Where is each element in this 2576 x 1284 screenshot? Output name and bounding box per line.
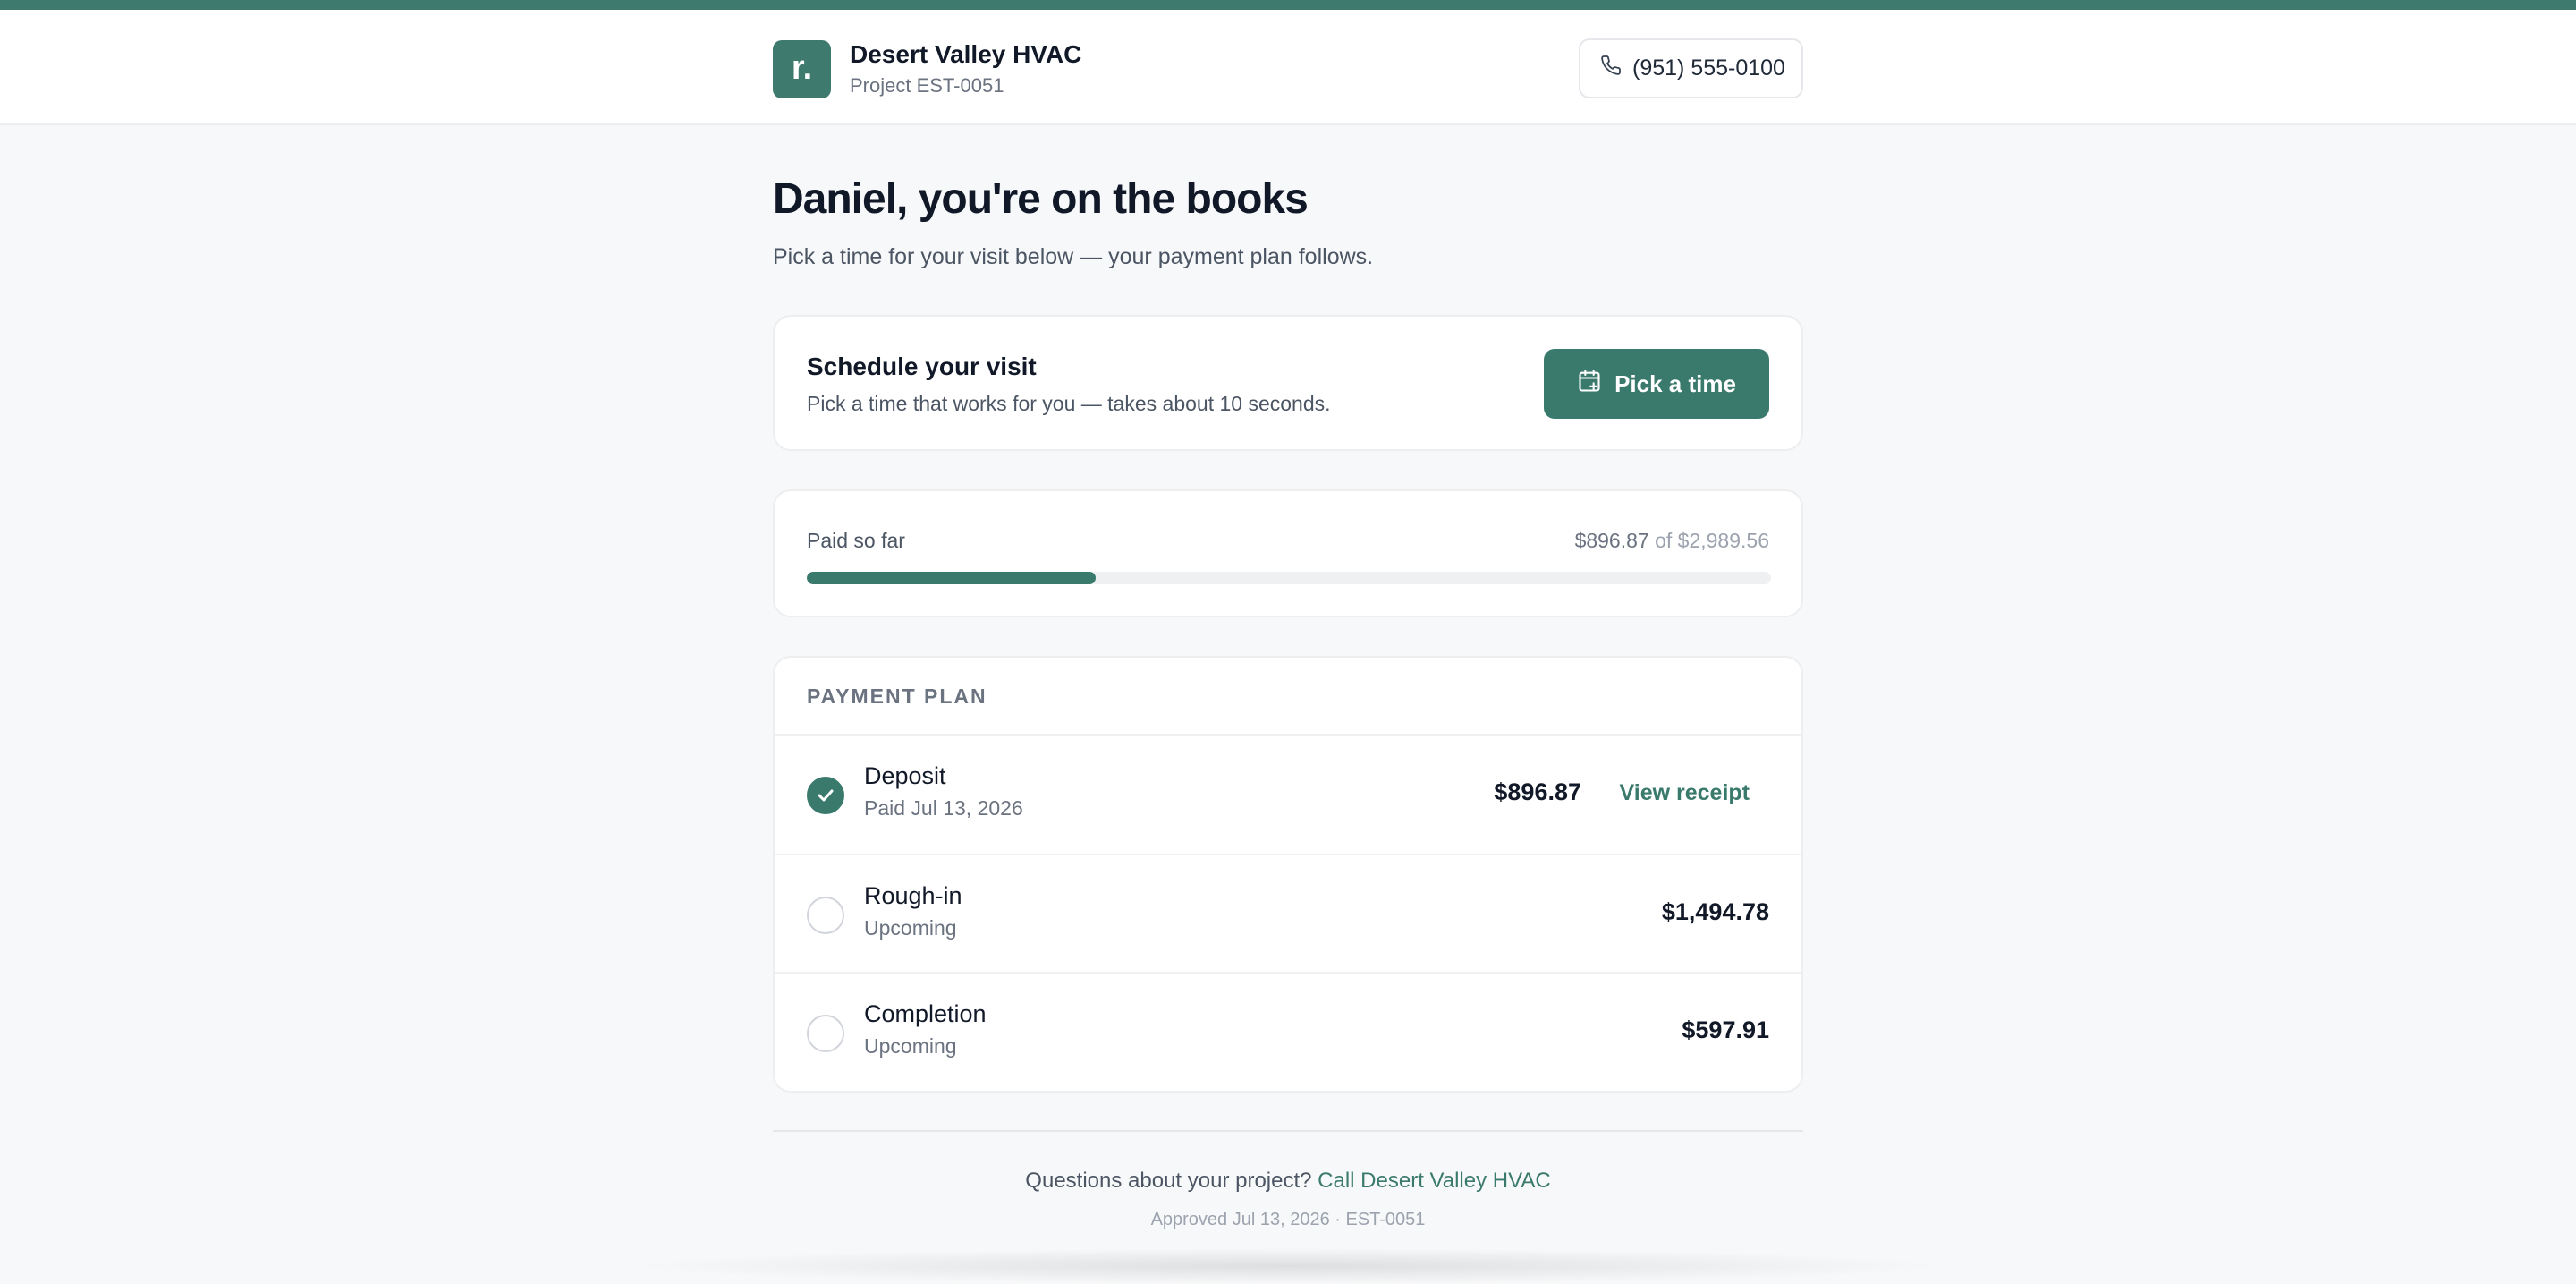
page-title: Daniel, you're on the books [773, 175, 1309, 223]
header: r. Desert Valley HVAC Project EST-0051 (… [0, 10, 2576, 125]
plan-row-amount: $1,494.78 [1661, 898, 1769, 925]
paid-label: Paid so far [807, 529, 905, 552]
project-id: Project EST-0051 [850, 74, 1004, 97]
payment-plan-card: PAYMENT PLAN Deposit Paid Jul 13, 2026 $… [773, 656, 1803, 1093]
plan-row-amount: $597.91 [1682, 1016, 1769, 1043]
footer-divider [773, 1130, 1803, 1132]
plan-row-rough-in: Rough-in Upcoming $1,494.78 [775, 855, 1801, 972]
pick-a-time-label: Pick a time [1614, 370, 1736, 397]
paid-progress-card: Paid so far $896.87 of $2,989.56 [773, 489, 1803, 617]
footer-question-text: Questions about your project? [1025, 1169, 1318, 1193]
empty-circle-icon [807, 897, 844, 934]
plan-row-status: Paid Jul 13, 2026 [864, 796, 1023, 820]
payment-plan-header: PAYMENT PLAN [807, 685, 987, 708]
schedule-card: Schedule your visit Pick a time that wor… [773, 315, 1803, 451]
total-amount: $2,989.56 [1677, 529, 1769, 552]
footer-approved: Approved Jul 13, 2026 · EST-0051 [1150, 1210, 1426, 1229]
phone-icon [1600, 55, 1622, 82]
company-logo: r. [773, 40, 831, 98]
plan-row-status: Upcoming [864, 916, 957, 940]
calendar-plus-icon [1577, 369, 1602, 400]
footer-question: Questions about your project? Call Deser… [0, 1169, 2576, 1194]
pick-a-time-button[interactable]: Pick a time [1544, 349, 1769, 419]
page-subtitle: Pick a time for your visit below — your … [773, 244, 1374, 269]
payment-progress-fill [807, 572, 1097, 584]
paid-amounts: $896.87 of $2,989.56 [1575, 529, 1769, 553]
plan-row-completion: Completion Upcoming $597.91 [775, 974, 1801, 1090]
schedule-description: Pick a time that works for you — takes a… [807, 392, 1331, 415]
view-receipt-link[interactable]: View receipt [1620, 780, 1750, 806]
plan-row-status: Upcoming [864, 1034, 957, 1058]
check-icon [807, 777, 844, 814]
schedule-title: Schedule your visit [807, 353, 1037, 380]
top-accent-stripe [0, 0, 2576, 10]
plan-row-title: Deposit [864, 762, 946, 789]
paid-of-text: of [1648, 529, 1678, 552]
empty-circle-icon [807, 1015, 844, 1052]
paid-amount: $896.87 [1574, 529, 1649, 552]
plan-row-deposit: Deposit Paid Jul 13, 2026 $896.87 View r… [775, 736, 1801, 852]
company-name: Desert Valley HVAC [850, 40, 1082, 68]
call-company-link[interactable]: Call Desert Valley HVAC [1318, 1169, 1551, 1193]
plan-row-title: Rough-in [864, 882, 962, 909]
plan-row-title: Completion [864, 1000, 987, 1027]
phone-button[interactable]: (951) 555-0100 [1579, 38, 1803, 98]
payment-progress-bar [807, 572, 1771, 584]
plan-row-amount: $896.87 [1494, 778, 1581, 805]
bottom-shadow [626, 1248, 1950, 1284]
phone-number: (951) 555-0100 [1632, 55, 1785, 81]
